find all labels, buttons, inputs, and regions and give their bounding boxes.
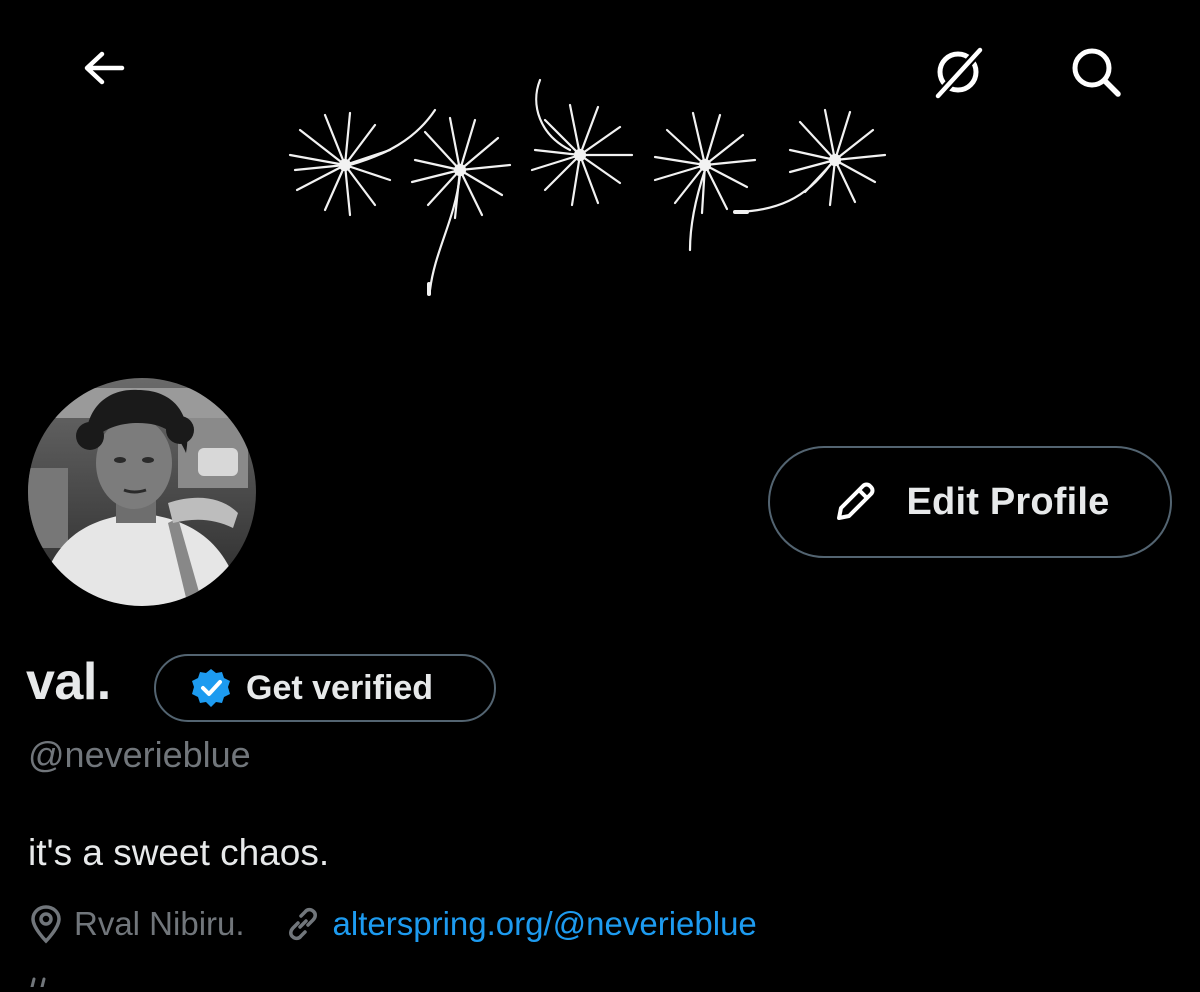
avatar-photo [28,378,256,606]
location-pin-icon [31,905,61,944]
get-verified-button[interactable]: Get verified [154,654,496,722]
link-icon [288,907,317,941]
location-item: Rval Nibiru. [28,904,245,944]
profile-meta-row: Rval Nibiru. alterspring.org/@neverieblu… [28,904,757,944]
search-button[interactable] [1064,40,1128,104]
balloon-icon [30,977,46,989]
arrow-left-icon [84,51,125,85]
location-text: Rval Nibiru. [74,905,245,942]
display-name: val. [26,653,111,711]
get-verified-label: Get verified [246,668,434,707]
grok-button[interactable] [926,40,990,104]
avatar[interactable] [24,374,260,610]
search-icon [1072,48,1121,97]
grok-icon [935,47,983,99]
edit-profile-button[interactable]: Edit Profile [768,446,1172,558]
pencil-icon [836,482,874,520]
edit-profile-label: Edit Profile [906,480,1110,523]
back-button[interactable] [72,36,136,100]
verified-badge-icon [192,669,230,707]
website-link[interactable]: alterspring.org/@neverieblue [333,905,757,943]
banner-dandelion-art [288,78,887,296]
bio-text: it's a sweet chaos. [28,832,330,873]
profile-banner[interactable] [0,0,1200,345]
website-item[interactable]: alterspring.org/@neverieblue [285,905,757,943]
user-handle: @neverieblue [28,734,251,775]
cutoff-row [28,974,68,989]
